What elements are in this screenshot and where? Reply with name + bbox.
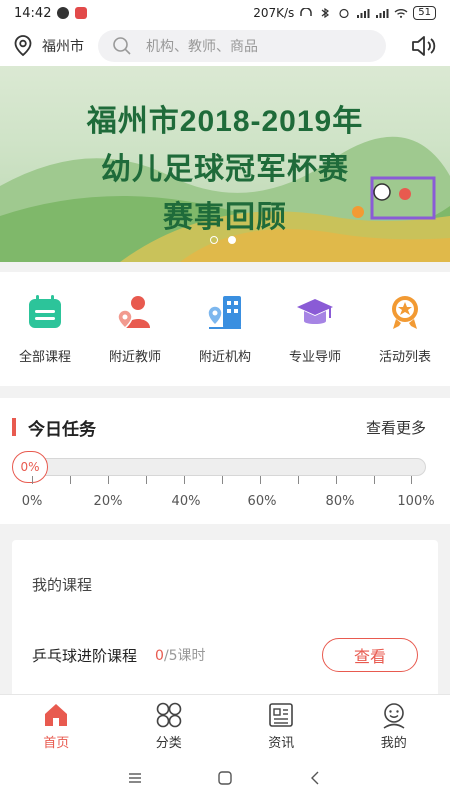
course-total-lessons: /5课时 <box>163 648 206 664</box>
quick-entry-pro-mentors[interactable]: 专业导师 <box>270 292 360 386</box>
progress-tick <box>70 476 71 484</box>
banner-dot-1[interactable] <box>210 236 218 244</box>
bluetooth-icon <box>321 8 330 18</box>
quick-entry-nearby-institutions[interactable]: 附近机构 <box>180 292 270 386</box>
tab-label: 分类 <box>155 736 182 751</box>
progress-tick <box>222 476 223 484</box>
tab-label: 资讯 <box>268 736 295 751</box>
home-square-icon[interactable] <box>217 770 233 786</box>
network-speed: 207K/s <box>253 6 295 20</box>
menu-icon[interactable] <box>127 771 143 785</box>
teacher-location-icon <box>117 296 150 329</box>
location-pin-icon <box>14 35 32 57</box>
scale-label: 60% <box>247 494 277 509</box>
quick-entry-label: 附近机构 <box>198 350 251 365</box>
quick-entry-grid: 全部课程 附近教师 附近机构 专业导师 活动列表 <box>0 272 450 386</box>
task-title: 今日任务 <box>28 419 96 440</box>
bottom-tab-bar: 首页 分类 资讯 我的 <box>0 694 450 756</box>
tab-home[interactable]: 首页 <box>0 695 113 756</box>
quick-entry-all-courses[interactable]: 全部课程 <box>0 292 90 386</box>
tab-category[interactable]: 分类 <box>113 695 226 756</box>
top-search-row: 福州市 机构、教师、商品 <box>0 26 450 66</box>
progress-ticks <box>32 476 412 484</box>
scale-label: 40% <box>171 494 201 509</box>
progress-tick <box>184 476 185 484</box>
task-header: 今日任务 查看更多 <box>12 416 426 440</box>
wifi-icon <box>394 9 408 18</box>
tab-label: 我的 <box>380 736 407 751</box>
progress-tick <box>146 476 147 484</box>
search-placeholder: 机构、教师、商品 <box>146 39 258 55</box>
tab-profile[interactable]: 我的 <box>338 695 450 756</box>
progress-scale: 0% 20% 40% 60% 80% 100% <box>0 494 450 512</box>
my-course-card: 我的课程 乒乓球进阶课程 0/5课时 查看 <box>12 540 438 700</box>
scale-label: 20% <box>93 494 123 509</box>
category-icon <box>156 702 182 728</box>
course-row: 乒乓球进阶课程 0/5课时 查看 <box>32 638 418 672</box>
calendar-icon <box>29 295 61 328</box>
quick-entry-label: 全部课程 <box>18 350 71 365</box>
medal-icon <box>392 296 418 329</box>
signal-icon-2 <box>376 9 389 18</box>
app-notification-icon <box>75 7 88 19</box>
quick-entry-label: 附近教师 <box>108 350 161 365</box>
view-more-link[interactable]: 查看更多 <box>366 417 426 438</box>
progress-tick <box>260 476 261 484</box>
progress-tick <box>411 476 412 484</box>
quick-entry-nearby-teachers[interactable]: 附近教师 <box>90 292 180 386</box>
banner-title-line-1: 福州市2018-2019年 <box>86 105 364 138</box>
news-icon <box>269 703 294 727</box>
tab-label: 首页 <box>43 736 70 751</box>
scale-label: 100% <box>397 494 435 509</box>
tab-news[interactable]: 资讯 <box>225 695 338 756</box>
speaker-icon[interactable] <box>410 34 438 58</box>
today-task-card: 今日任务 查看更多 0% 0% 20% 40% 60% 80% 100% <box>0 398 450 524</box>
promo-banner[interactable]: 福州市2018-2019年 幼儿足球冠军杯赛 赛事回顾 <box>0 66 450 262</box>
search-input[interactable]: 机构、教师、商品 <box>98 30 386 62</box>
banner-title-line-2: 幼儿足球冠军杯赛 <box>101 153 349 186</box>
task-progress-bar <box>16 458 426 476</box>
battery-indicator: 51 <box>413 6 436 20</box>
progress-tick <box>374 476 375 484</box>
banner-dot-2[interactable] <box>228 236 236 244</box>
scale-label: 0% <box>21 494 43 509</box>
city-name: 福州市 <box>42 39 84 55</box>
scale-label: 80% <box>325 494 355 509</box>
alarm-icon <box>339 8 349 18</box>
signal-icon <box>357 9 370 18</box>
quick-entry-label: 活动列表 <box>378 350 431 365</box>
home-icon <box>45 704 68 726</box>
banner-title-line-3: 赛事回顾 <box>163 201 287 234</box>
notification-icon <box>57 7 70 19</box>
status-bar: 14:42 207K/s 51 <box>0 0 450 26</box>
course-completed-count: 0 <box>155 648 164 664</box>
section-marker <box>12 418 16 436</box>
building-location-icon <box>207 296 241 329</box>
progress-tick <box>298 476 299 484</box>
my-course-header: 我的课程 <box>32 576 93 594</box>
graduation-cap-icon <box>297 299 333 324</box>
search-icon <box>113 37 131 55</box>
course-name: 乒乓球进阶课程 <box>32 646 138 665</box>
banner-pagination <box>210 236 236 244</box>
status-time: 14:42 <box>14 5 52 21</box>
back-icon[interactable] <box>307 770 323 786</box>
progress-tick <box>336 476 337 484</box>
view-course-button[interactable]: 查看 <box>322 638 418 672</box>
progress-tick <box>108 476 109 484</box>
profile-icon <box>383 703 405 729</box>
quick-entry-activity-list[interactable]: 活动列表 <box>360 292 450 386</box>
city-selector[interactable]: 福州市 <box>12 34 84 58</box>
system-nav-bar <box>0 756 450 800</box>
progress-tick <box>32 476 33 484</box>
quick-entry-label: 专业导师 <box>288 350 341 365</box>
headset-icon <box>300 8 313 16</box>
course-progress: 0/5课时 <box>155 645 206 665</box>
